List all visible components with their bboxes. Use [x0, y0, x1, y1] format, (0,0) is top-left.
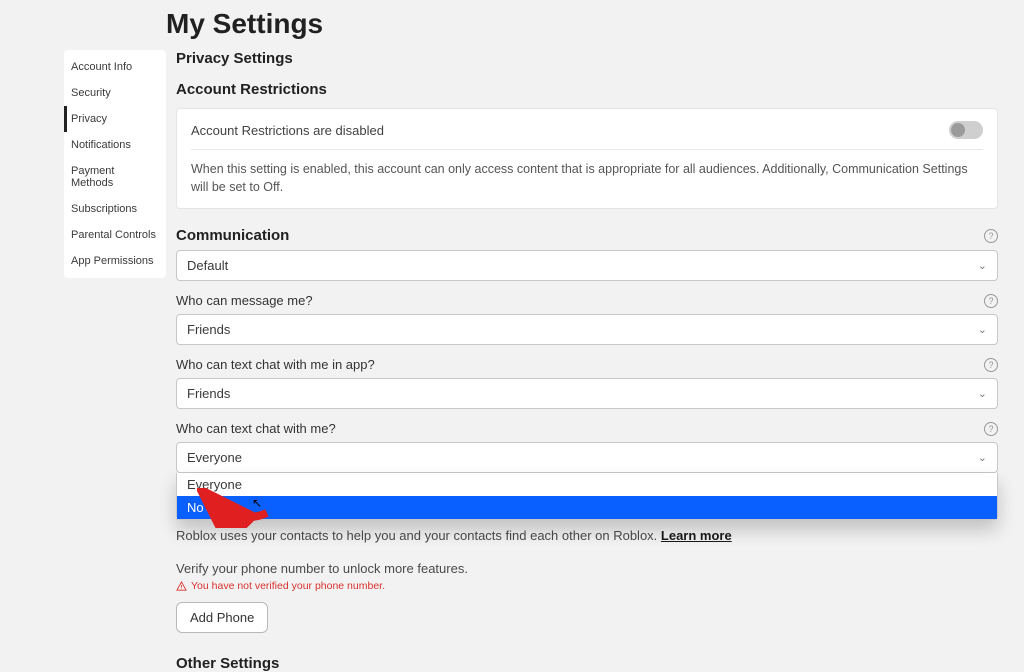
settings-sidebar: Account Info Security Privacy Notificati…	[64, 50, 166, 278]
sidebar-item-subscriptions[interactable]: Subscriptions	[64, 196, 166, 222]
other-settings-heading: Other Settings	[176, 655, 998, 672]
select-value: Friends	[187, 322, 230, 337]
connect-description: Roblox uses your contacts to help you an…	[176, 528, 998, 543]
help-icon[interactable]: ?	[984, 294, 998, 308]
select-value: Friends	[187, 386, 230, 401]
account-restrictions-heading: Account Restrictions	[176, 81, 998, 98]
phone-not-verified-warning: You have not verified your phone number.	[191, 580, 385, 592]
toggle-knob	[951, 123, 965, 137]
chevron-down-icon: ⌄	[978, 323, 987, 336]
learn-more-link[interactable]: Learn more	[661, 528, 732, 543]
restrictions-description: When this setting is enabled, this accou…	[191, 160, 983, 196]
sidebar-item-notifications[interactable]: Notifications	[64, 132, 166, 158]
select-value: Everyone	[187, 450, 242, 465]
communication-heading: Communication	[176, 227, 289, 244]
sidebar-item-parental-controls[interactable]: Parental Controls	[64, 222, 166, 248]
help-icon[interactable]: ?	[984, 358, 998, 372]
who-can-chat-dropdown: Everyone No one ↖	[176, 473, 998, 520]
chevron-down-icon: ⌄	[978, 451, 987, 464]
dropdown-option-everyone[interactable]: Everyone	[177, 473, 997, 496]
dropdown-option-no-one[interactable]: No one	[177, 496, 997, 519]
who-can-message-select[interactable]: Friends ⌄	[176, 314, 998, 345]
cursor-icon: ↖	[252, 496, 262, 510]
sidebar-item-privacy[interactable]: Privacy	[64, 106, 166, 132]
sidebar-item-account-info[interactable]: Account Info	[64, 54, 166, 80]
help-icon[interactable]: ?	[984, 422, 998, 436]
select-value: Default	[187, 258, 228, 273]
help-icon[interactable]: ?	[984, 229, 998, 243]
page-title: My Settings	[166, 8, 1008, 40]
sidebar-item-app-permissions[interactable]: App Permissions	[64, 248, 166, 274]
restrictions-status-label: Account Restrictions are disabled	[191, 123, 384, 138]
who-can-chat-select[interactable]: Everyone ⌄	[176, 442, 998, 473]
restrictions-toggle[interactable]	[949, 121, 983, 139]
privacy-settings-heading: Privacy Settings	[176, 50, 998, 67]
account-restrictions-card: Account Restrictions are disabled When t…	[176, 108, 998, 209]
chevron-down-icon: ⌄	[978, 387, 987, 400]
who-can-chat-label: Who can text chat with me?	[176, 421, 336, 436]
communication-preset-select[interactable]: Default ⌄	[176, 250, 998, 281]
add-phone-button[interactable]: Add Phone	[176, 602, 268, 633]
sidebar-item-security[interactable]: Security	[64, 80, 166, 106]
main-content: Privacy Settings Account Restrictions Ac…	[176, 50, 1008, 672]
sidebar-item-payment-methods[interactable]: Payment Methods	[64, 158, 166, 196]
warning-icon	[176, 581, 187, 592]
chevron-down-icon: ⌄	[978, 259, 987, 272]
who-can-chat-in-app-select[interactable]: Friends ⌄	[176, 378, 998, 409]
who-can-message-label: Who can message me?	[176, 293, 313, 308]
who-can-chat-in-app-label: Who can text chat with me in app?	[176, 357, 375, 372]
verify-phone-text: Verify your phone number to unlock more …	[176, 561, 998, 576]
